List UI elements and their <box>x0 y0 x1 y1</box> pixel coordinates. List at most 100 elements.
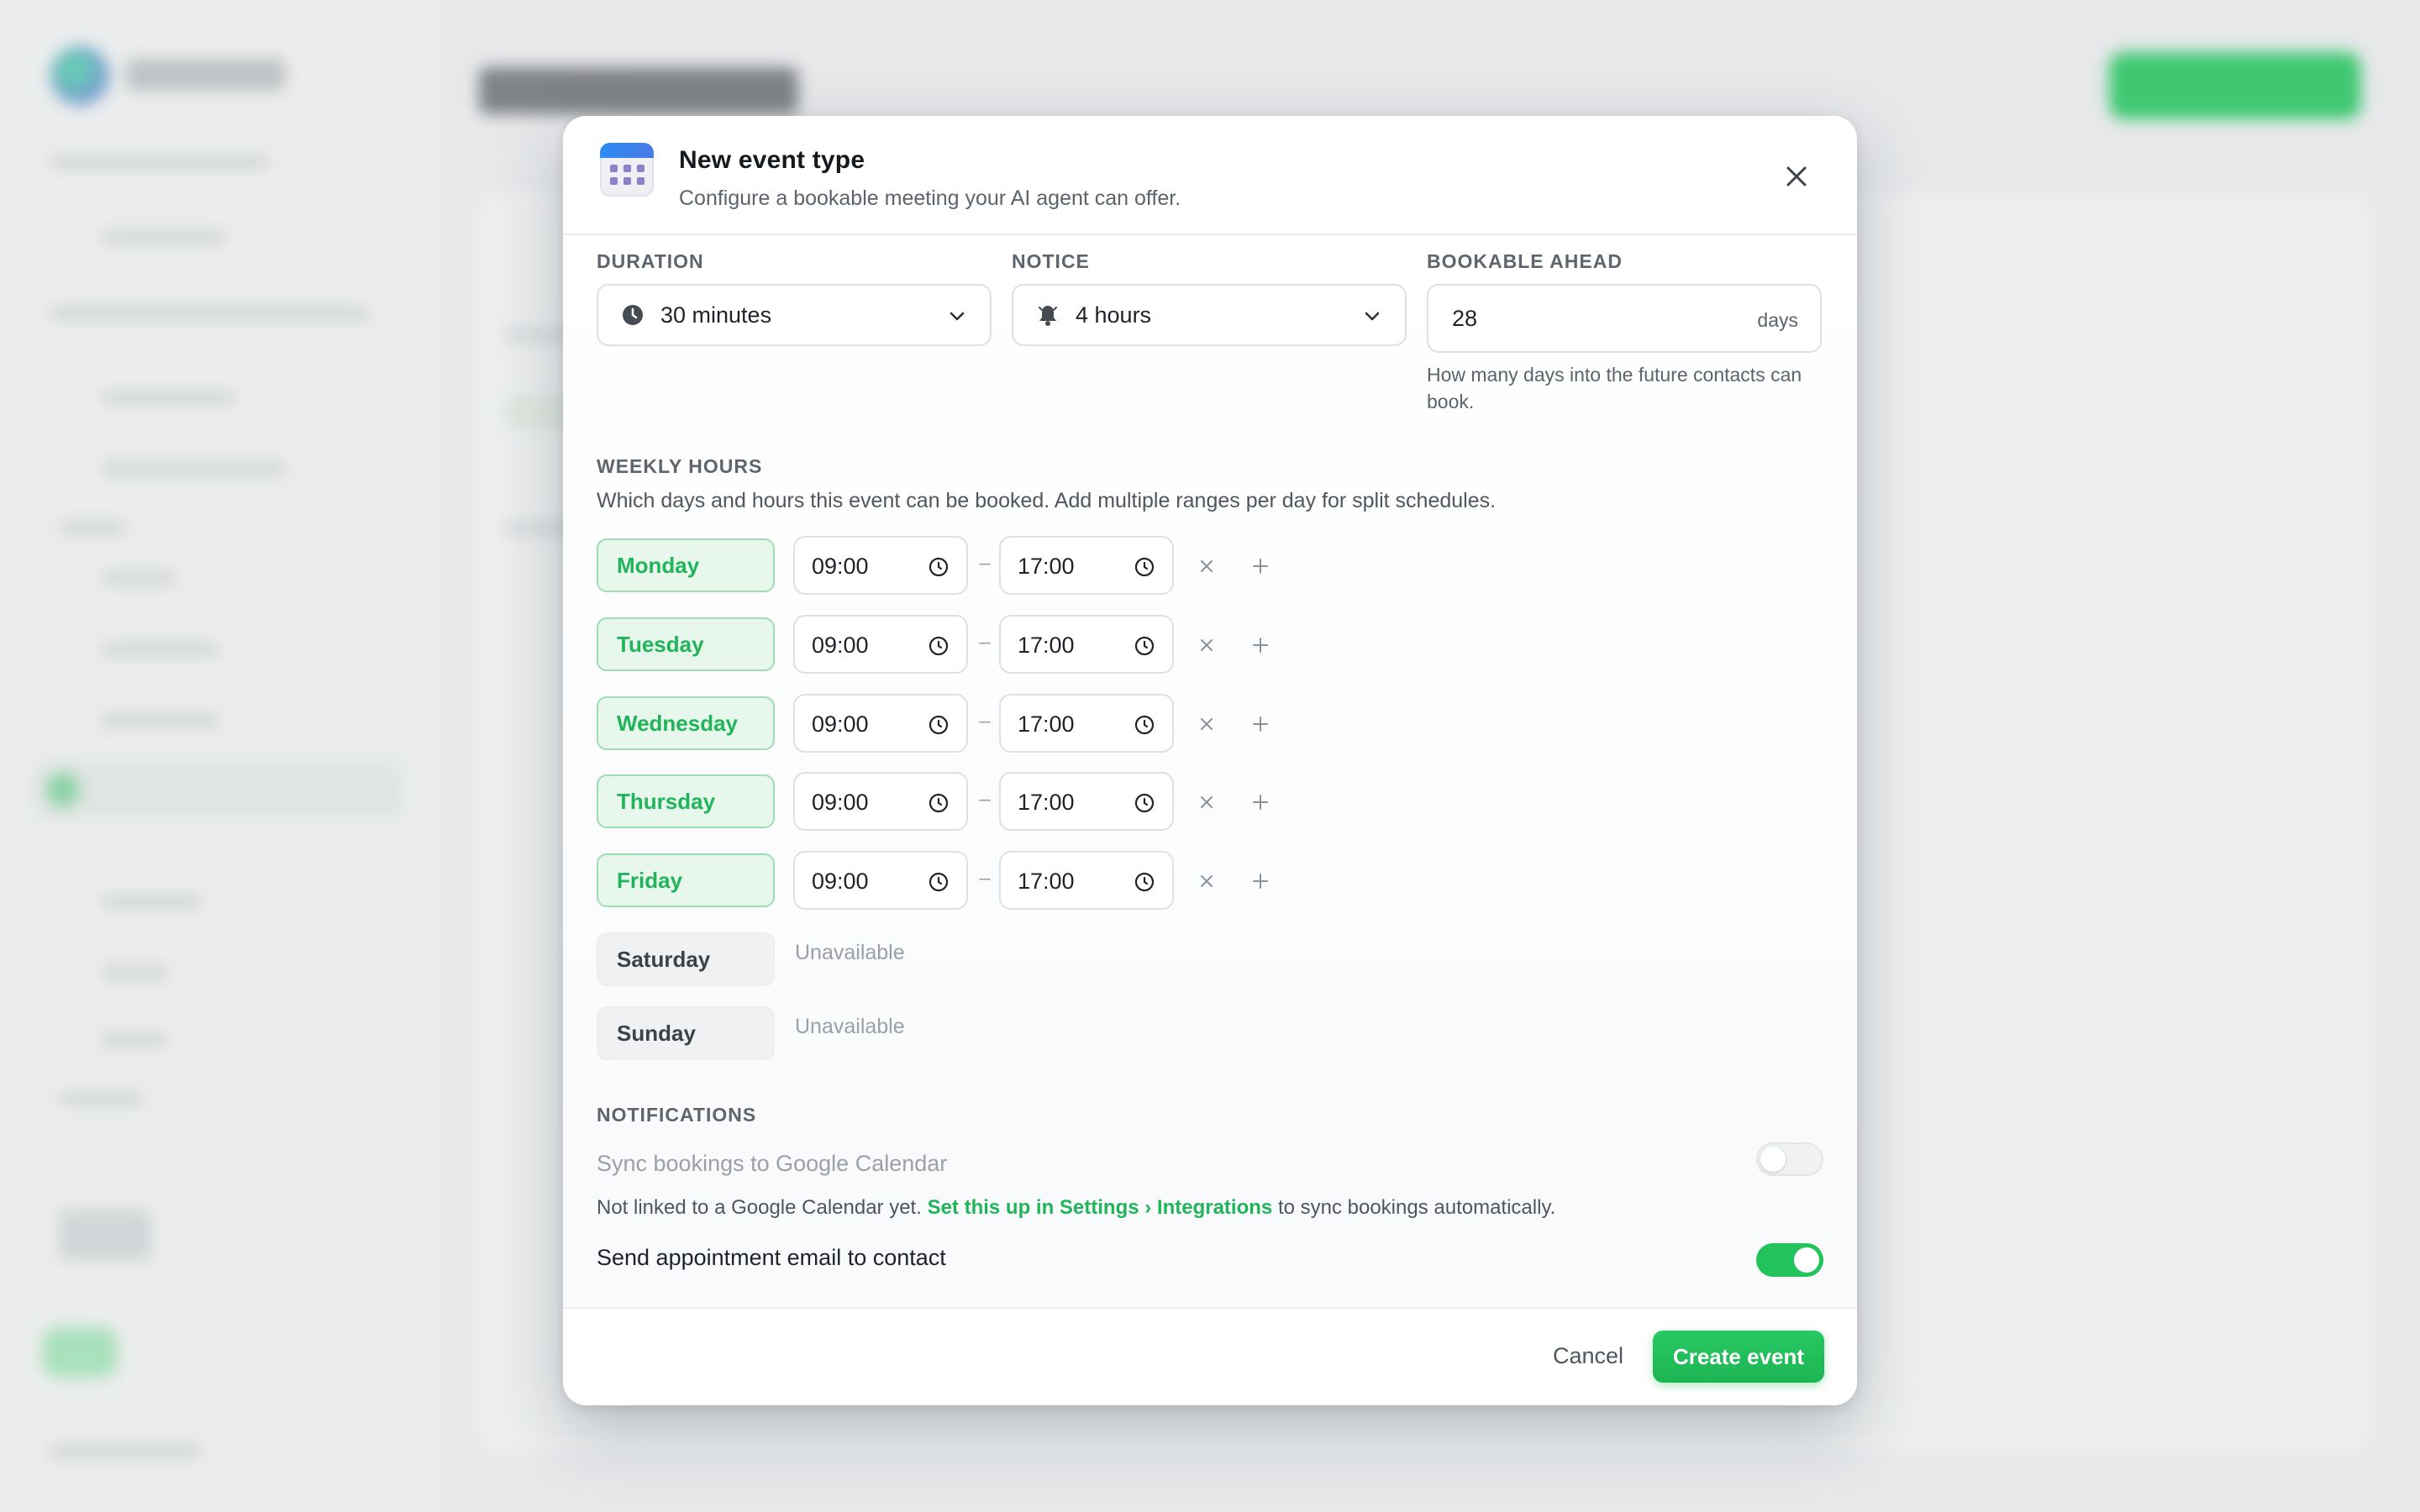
end-time-tuesday[interactable]: 17:00 <box>999 615 1174 674</box>
start-time-value: 09:00 <box>812 790 869 815</box>
plus-icon <box>1253 559 1268 574</box>
range-separator: – <box>979 710 991 732</box>
close-icon <box>1201 796 1213 808</box>
bg-line <box>50 307 370 320</box>
clock-icon <box>1134 872 1155 892</box>
email-notification-toggle[interactable] <box>1756 1243 1823 1277</box>
remove-range-button[interactable] <box>1192 787 1222 817</box>
bookable-ahead-unit: days <box>1757 309 1798 331</box>
remove-range-button[interactable] <box>1192 709 1222 739</box>
bg-line <box>101 895 202 908</box>
start-time-value: 09:00 <box>812 554 869 579</box>
plus-icon <box>1253 795 1268 810</box>
bg-active-item <box>34 760 403 819</box>
bookable-ahead-input[interactable]: 28 days <box>1427 284 1822 353</box>
bookable-ahead-label: BOOKABLE AHEAD <box>1427 250 1623 272</box>
bg-line <box>101 643 218 656</box>
create-event-button[interactable]: Create event <box>1653 1331 1824 1383</box>
start-time-tuesday[interactable]: 09:00 <box>793 615 968 674</box>
notifications-label: NOTIFICATIONS <box>597 1104 757 1126</box>
start-time-wednesday[interactable]: 09:00 <box>793 694 968 753</box>
add-range-button[interactable] <box>1245 709 1276 739</box>
google-sync-label: Sync bookings to Google Calendar <box>597 1151 948 1176</box>
add-range-button[interactable] <box>1245 551 1276 581</box>
close-icon <box>1201 560 1213 572</box>
dialog-subtitle: Configure a bookable meeting your AI age… <box>679 186 1181 210</box>
bg-logo <box>50 46 109 105</box>
remove-range-button[interactable] <box>1192 551 1222 581</box>
duration-select[interactable]: 30 minutes <box>597 284 992 346</box>
bg-line <box>59 1210 151 1260</box>
clock-icon <box>1134 793 1155 813</box>
weekly-hours-description: Which days and hours this event can be b… <box>597 489 1497 512</box>
start-time-value: 09:00 <box>812 633 869 658</box>
start-time-value: 09:00 <box>812 869 869 894</box>
dialog-header: New event type Configure a bookable meet… <box>563 116 1857 235</box>
range-separator: – <box>979 552 991 575</box>
remove-range-button[interactable] <box>1192 630 1222 660</box>
bookable-ahead-helper: How many days into the future contacts c… <box>1427 364 1802 412</box>
end-time-value: 17:00 <box>1018 633 1075 658</box>
add-range-button[interactable] <box>1245 630 1276 660</box>
duration-label: DURATION <box>597 250 704 272</box>
end-time-value: 17:00 <box>1018 869 1075 894</box>
bg-line <box>50 155 269 169</box>
start-time-thursday[interactable]: 09:00 <box>793 772 968 831</box>
day-toggle-sunday[interactable]: Sunday <box>597 1006 775 1060</box>
add-range-button[interactable] <box>1245 787 1276 817</box>
email-notification-label: Send appointment email to contact <box>597 1245 946 1270</box>
clock-icon <box>929 715 949 735</box>
plus-icon <box>1253 874 1268 889</box>
bg-logo-text <box>126 59 286 91</box>
new-event-type-dialog: New event type Configure a bookable meet… <box>563 116 1857 1405</box>
end-time-friday[interactable]: 17:00 <box>999 851 1174 910</box>
start-time-friday[interactable]: 09:00 <box>793 851 968 910</box>
clock-icon <box>929 557 949 577</box>
google-sync-toggle[interactable] <box>1756 1142 1823 1176</box>
close-icon <box>1201 875 1213 887</box>
day-toggle-friday[interactable]: Friday <box>597 853 775 907</box>
bg-sidebar <box>0 0 437 1512</box>
bg-line <box>101 1033 168 1047</box>
bg-line <box>59 1092 143 1105</box>
google-sync-note: Not linked to a Google Calendar yet. Set… <box>597 1196 1555 1220</box>
day-toggle-wednesday[interactable]: Wednesday <box>597 696 775 750</box>
weekly-hours-label: WEEKLY HOURS <box>597 455 763 477</box>
bg-primary-button <box>2109 52 2361 119</box>
day-toggle-thursday[interactable]: Thursday <box>597 774 775 828</box>
range-separator: – <box>979 788 991 811</box>
remove-range-button[interactable] <box>1192 866 1222 896</box>
dialog-title: New event type <box>679 146 865 174</box>
clock-icon <box>929 793 949 813</box>
bg-line <box>101 714 218 727</box>
end-time-value: 17:00 <box>1018 790 1075 815</box>
add-range-button[interactable] <box>1245 866 1276 896</box>
clock-icon <box>1134 636 1155 656</box>
bookable-ahead-value: 28 <box>1452 306 1478 331</box>
notice-value: 4 hours <box>1076 302 1152 328</box>
bg-line <box>59 521 126 534</box>
close-button[interactable] <box>1771 151 1822 202</box>
unavailable-label: Unavailable <box>795 1015 905 1038</box>
range-separator: – <box>979 631 991 654</box>
day-toggle-monday[interactable]: Monday <box>597 538 775 592</box>
settings-integrations-link[interactable]: Set this up in Settings › Integrations <box>928 1196 1273 1219</box>
notice-select[interactable]: 4 hours <box>1012 284 1407 346</box>
end-time-thursday[interactable]: 17:00 <box>999 772 1174 831</box>
start-time-monday[interactable]: 09:00 <box>793 536 968 595</box>
end-time-monday[interactable]: 17:00 <box>999 536 1174 595</box>
close-icon <box>1201 718 1213 730</box>
day-toggle-tuesday[interactable]: Tuesday <box>597 617 775 671</box>
clock-icon <box>1134 557 1155 577</box>
chevron-down-icon <box>1365 312 1380 321</box>
end-time-value: 17:00 <box>1018 711 1075 737</box>
bg-line <box>101 231 227 244</box>
day-toggle-saturday[interactable]: Saturday <box>597 932 775 986</box>
close-icon <box>1786 166 1807 186</box>
chevron-down-icon <box>950 312 965 321</box>
cancel-button[interactable]: Cancel <box>1538 1331 1639 1381</box>
bg-active-dot <box>46 773 80 806</box>
bg-line <box>101 462 286 475</box>
dialog-footer: Cancel Create event <box>563 1307 1857 1405</box>
end-time-wednesday[interactable]: 17:00 <box>999 694 1174 753</box>
